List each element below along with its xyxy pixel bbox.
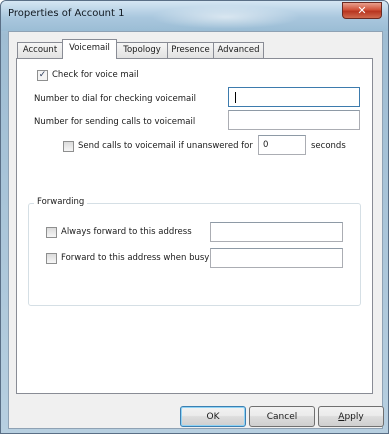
tab-account[interactable]: Account bbox=[17, 42, 63, 58]
unanswered-checkbox[interactable] bbox=[63, 141, 74, 152]
tab-advanced[interactable]: Advanced bbox=[213, 42, 264, 58]
unanswered-label: Send calls to voicemail if unanswered fo… bbox=[78, 141, 253, 151]
always-forward-checkbox[interactable] bbox=[46, 227, 57, 238]
busy-forward-input[interactable] bbox=[210, 248, 343, 268]
send-number-input[interactable] bbox=[228, 110, 360, 130]
tab-voicemail[interactable]: Voicemail bbox=[62, 39, 117, 59]
send-number-label: Number for sending calls to voicemail bbox=[34, 117, 196, 127]
forwarding-group: Forwarding Always forward to this addres… bbox=[28, 197, 361, 306]
cancel-button[interactable]: Cancel bbox=[249, 406, 315, 427]
dial-number-label: Number to dial for checking voicemail bbox=[34, 94, 196, 104]
title-bar[interactable]: Properties of Account 1 ✕ bbox=[1, 1, 388, 31]
window-title: Properties of Account 1 bbox=[8, 8, 125, 19]
close-button[interactable]: ✕ bbox=[342, 2, 382, 19]
close-icon: ✕ bbox=[357, 4, 367, 17]
seconds-input[interactable] bbox=[258, 135, 306, 155]
always-forward-input[interactable] bbox=[210, 222, 343, 242]
checkmark-icon: ✓ bbox=[38, 70, 47, 80]
dial-number-input[interactable] bbox=[228, 87, 360, 107]
ok-button[interactable]: OK bbox=[180, 406, 246, 427]
forwarding-legend: Forwarding bbox=[34, 197, 88, 207]
tab-presence[interactable]: Presence bbox=[167, 42, 214, 58]
properties-dialog: Properties of Account 1 ✕ Account Voicem… bbox=[0, 0, 389, 434]
seconds-unit-label: seconds bbox=[311, 141, 346, 151]
busy-forward-checkbox[interactable] bbox=[46, 253, 57, 264]
always-forward-label: Always forward to this address bbox=[61, 227, 192, 237]
apply-button[interactable]: Apply bbox=[318, 406, 384, 427]
apply-label-rest: pply bbox=[344, 411, 364, 422]
check-voicemail-label: Check for voice mail bbox=[52, 70, 139, 80]
voicemail-panel: ✓ Check for voice mail Number to dial fo… bbox=[16, 58, 373, 394]
check-voicemail-checkbox[interactable]: ✓ bbox=[37, 70, 48, 81]
tab-topology[interactable]: Topology bbox=[116, 42, 168, 58]
dialog-client-area: Account Voicemail Topology Presence Adva… bbox=[8, 31, 384, 429]
text-caret bbox=[235, 92, 236, 103]
busy-forward-label: Forward to this address when busy bbox=[61, 253, 210, 263]
